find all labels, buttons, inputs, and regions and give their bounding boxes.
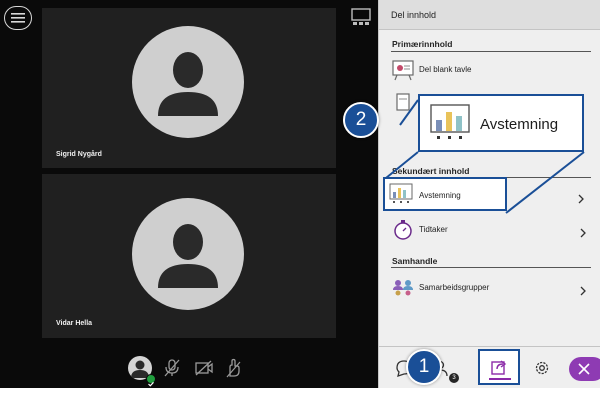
callout-zoom-box: Avstemning [418, 94, 584, 152]
menu-icon [11, 13, 25, 23]
close-panel-button[interactable] [569, 357, 600, 381]
groups-icon [391, 277, 415, 299]
close-icon [578, 363, 590, 375]
person-icon [158, 224, 218, 288]
item-label: Del blank tavle [419, 65, 472, 74]
chevron-right-icon [577, 191, 585, 204]
breakout-groups-item[interactable]: Samarbeidsgrupper [389, 274, 591, 302]
panel-header: Del innhold [379, 0, 600, 30]
layout-toggle-button[interactable] [351, 8, 371, 26]
share-content-panel: Del innhold Primærinnhold Del blank tavl… [378, 0, 600, 388]
poll-chart-icon [389, 183, 413, 205]
participant-tile[interactable]: Vidar Hella [42, 174, 336, 338]
raise-hand-button[interactable] [222, 356, 246, 380]
item-label: Samarbeidsgrupper [419, 283, 490, 292]
chevron-right-icon [579, 283, 587, 296]
divider [391, 267, 591, 268]
share-icon [491, 360, 507, 375]
item-label: Tidtaker [419, 225, 448, 234]
panel-title: Del innhold [391, 10, 437, 20]
settings-button[interactable] [531, 357, 553, 379]
section-title-secondary: Sekundært innhold [392, 166, 470, 176]
whiteboard-icon [391, 59, 415, 81]
item-label: Avstemning [419, 191, 461, 200]
person-icon [158, 52, 218, 116]
active-tab-indicator [489, 378, 511, 380]
callout-zoom-label: Avstemning [480, 116, 559, 133]
avatar [132, 26, 244, 138]
camera-button[interactable] [192, 356, 216, 380]
polling-item[interactable]: Avstemning [383, 177, 507, 211]
file-icon [391, 92, 415, 114]
section-title-collaborate: Samhandle [392, 256, 438, 266]
chevron-right-icon [579, 225, 587, 238]
divider [391, 51, 591, 52]
participant-tile[interactable]: Sigrid Nygård [42, 8, 336, 168]
stopwatch-icon [391, 219, 415, 241]
video-area: Sigrid Nygård Vidar Hella [0, 0, 378, 388]
avatar [132, 198, 244, 310]
callout-step-1: 1 [406, 349, 442, 385]
hand-icon [226, 358, 241, 378]
share-content-button[interactable] [478, 349, 520, 385]
gear-icon [535, 361, 549, 375]
share-blank-whiteboard-item[interactable]: Del blank tavle [389, 56, 591, 84]
microphone-muted-icon [164, 359, 180, 377]
status-available-icon [146, 374, 156, 387]
participant-name: Sigrid Nygård [56, 151, 102, 158]
poll-chart-icon [430, 104, 470, 142]
microphone-button[interactable] [160, 356, 184, 380]
grid-view-icon [351, 8, 371, 25]
timer-item[interactable]: Tidtaker [389, 216, 591, 244]
section-title-primary: Primærinnhold [392, 39, 453, 49]
unread-count-badge: 3 [449, 373, 459, 383]
callout-step-2: 2 [343, 102, 379, 138]
media-controls [0, 350, 378, 388]
participant-name: Vidar Hella [56, 320, 93, 327]
camera-off-icon [195, 360, 213, 376]
hamburger-menu-button[interactable] [4, 6, 32, 30]
